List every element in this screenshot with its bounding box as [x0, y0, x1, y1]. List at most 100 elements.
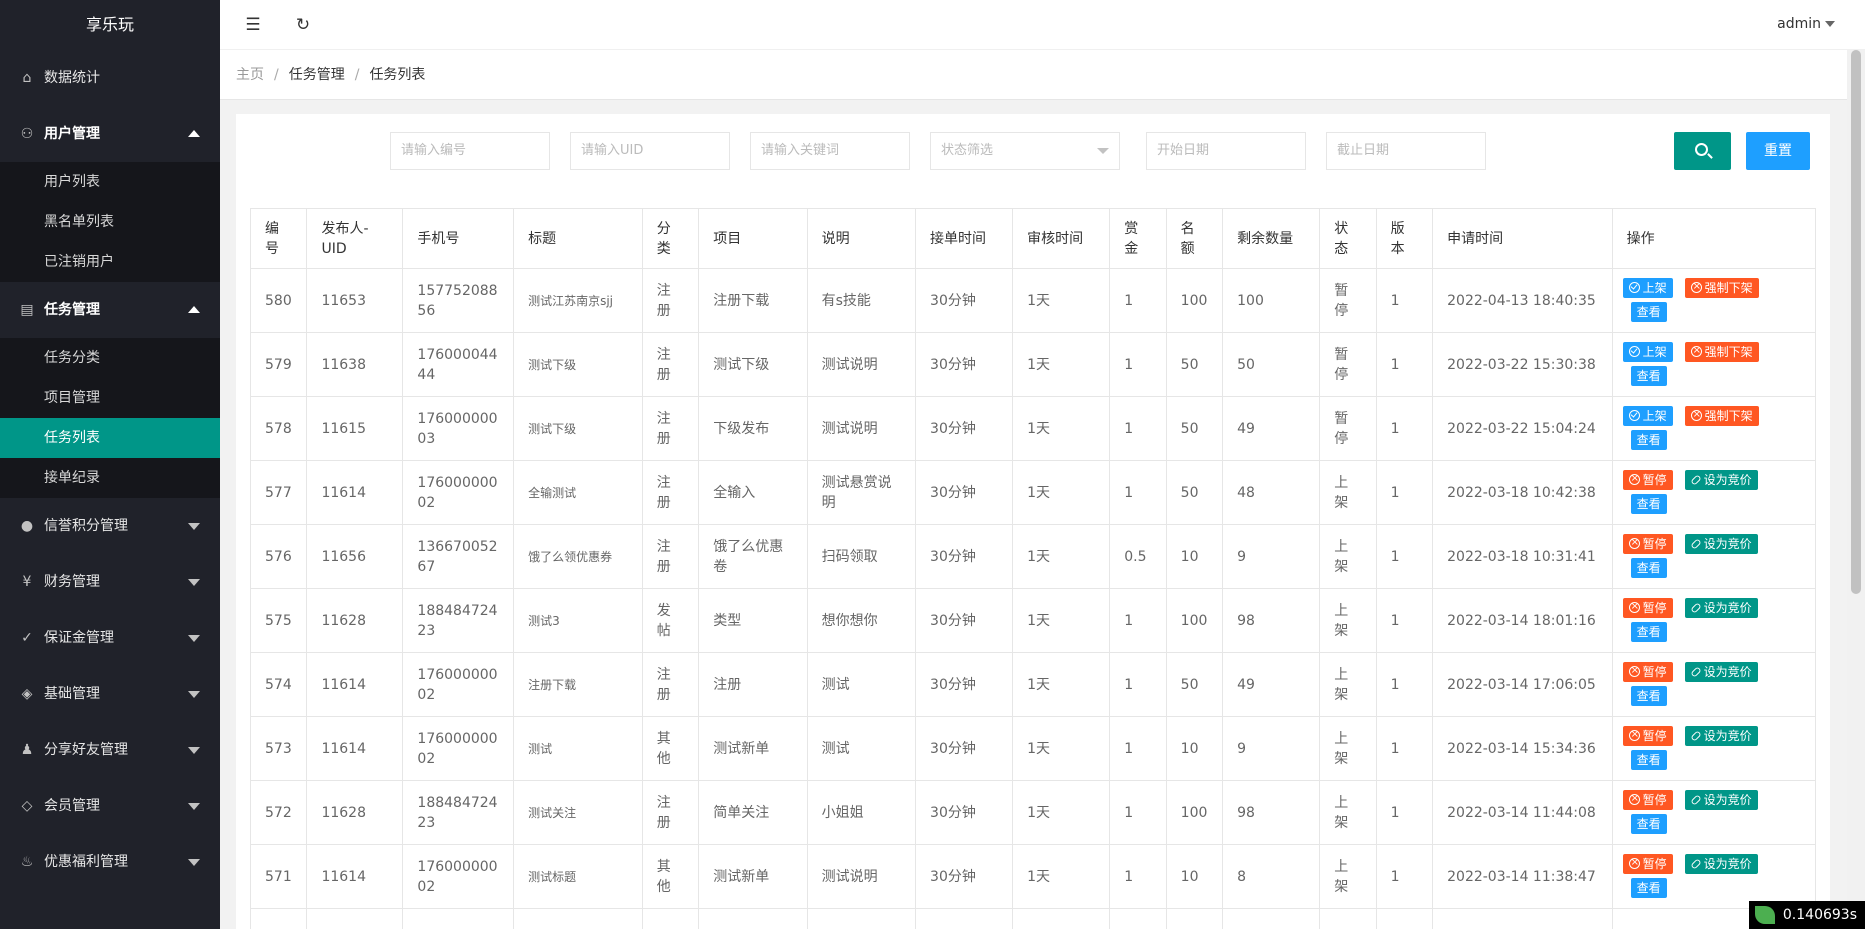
sidebar-subitem[interactable]: 项目管理: [0, 378, 220, 418]
pause-button[interactable]: 暂停: [1622, 725, 1673, 746]
set-bidding-button[interactable]: 设为竞价: [1684, 597, 1758, 618]
cell-project: [698, 908, 808, 929]
table-row: 579 11638 17600004444 测试下级 注册 测试下级 测试说明 30分钟 1天 1…: [249, 332, 1817, 397]
view-button[interactable]: 查看: [1630, 493, 1667, 514]
cell-cat: 注册: [641, 332, 700, 397]
cell-applied: 2022-03-14 17:06:05: [1432, 652, 1613, 717]
list-button[interactable]: 上架: [1622, 405, 1673, 426]
close-circle-icon: [1628, 534, 1640, 552]
reset-button[interactable]: 重置: [1746, 132, 1810, 170]
view-button[interactable]: 查看: [1630, 749, 1667, 770]
view-button[interactable]: 查看: [1630, 429, 1667, 450]
end-date-input[interactable]: 截止日期: [1326, 132, 1486, 170]
circle-icon: ●: [20, 518, 34, 534]
cell-cat: 发帖: [641, 588, 700, 653]
cell-phone: 18848472423: [402, 588, 515, 653]
set-bidding-button[interactable]: 设为竞价: [1684, 725, 1758, 746]
force-delist-button[interactable]: 强制下架: [1684, 405, 1759, 426]
user-menu[interactable]: admin: [1777, 16, 1835, 32]
cell-desc: 测试: [806, 716, 917, 781]
action-label: 强制下架: [1704, 408, 1753, 423]
cell-id: 578: [249, 396, 308, 461]
sidebar-item[interactable]: ◈ 基础管理: [0, 666, 220, 722]
set-bidding-button[interactable]: 设为竞价: [1684, 789, 1758, 810]
search-button[interactable]: [1674, 132, 1731, 170]
breadcrumb-separator: /: [354, 67, 360, 83]
column-header: 剩余数量: [1222, 208, 1321, 269]
start-date-input[interactable]: 开始日期: [1146, 132, 1306, 170]
cell-title: 测试关注: [513, 780, 643, 845]
cell-applied: 2022-03-14 11:44:08: [1432, 780, 1613, 845]
keyword-input[interactable]: 请输入关键词: [750, 132, 910, 170]
cell-applied: 2022-03-14: [1432, 908, 1613, 929]
sidebar-item[interactable]: ◇ 会员管理: [0, 778, 220, 834]
sidebar-subitem[interactable]: 已注销用户: [0, 242, 220, 282]
view-button[interactable]: 查看: [1630, 621, 1667, 642]
sidebar-subitem[interactable]: 任务分类: [0, 338, 220, 378]
view-button[interactable]: 查看: [1630, 557, 1667, 578]
check-circle-icon: [1628, 281, 1640, 293]
leaf-icon: [1754, 906, 1775, 924]
view-button[interactable]: 查看: [1630, 813, 1667, 834]
cell-title: [513, 908, 643, 929]
view-button[interactable]: 查看: [1630, 365, 1667, 386]
pause-button[interactable]: 暂停: [1622, 789, 1673, 810]
breadcrumb-item[interactable]: 任务管理: [289, 67, 345, 83]
caret-down-icon: [188, 691, 200, 698]
sidebar-item[interactable]: ▤ 任务管理: [0, 282, 220, 338]
pause-button[interactable]: 暂停: [1622, 597, 1673, 618]
scrollbar-thumb[interactable]: [1851, 50, 1861, 594]
status-select[interactable]: 状态筛选: [930, 132, 1120, 170]
sidebar-item[interactable]: ♨ 优惠福利管理: [0, 834, 220, 890]
set-bidding-button[interactable]: 设为竞价: [1684, 469, 1758, 490]
list-button[interactable]: 上架: [1622, 277, 1673, 298]
cell-version: 1: [1375, 460, 1434, 525]
sidebar-item[interactable]: ⌂ 数据统计: [0, 50, 220, 106]
cell-cat: 注册: [641, 460, 700, 525]
cell-status: 暂停: [1319, 332, 1377, 397]
cell-version: [1375, 908, 1434, 929]
action-line: 查看: [1623, 557, 1805, 580]
force-delist-button[interactable]: 强制下架: [1684, 277, 1759, 298]
sidebar-item[interactable]: ✓ 保证金管理: [0, 610, 220, 666]
cell-version: 1: [1375, 780, 1434, 845]
sidebar-subitem[interactable]: 黑名单列表: [0, 202, 220, 242]
caret-down-icon: [188, 635, 200, 642]
column-header: 分类: [641, 208, 700, 269]
cell-review-time: 1天: [1012, 396, 1111, 461]
uid-input[interactable]: 请输入UID: [570, 132, 730, 170]
sidebar-item[interactable]: ⚇ 用户管理: [0, 106, 220, 162]
home-icon: ⌂: [22, 70, 32, 86]
sidebar-subitem[interactable]: 接单纪录: [0, 458, 220, 498]
sidebar-item[interactable]: ¥ 财务管理: [0, 554, 220, 610]
list-button[interactable]: 上架: [1622, 341, 1673, 362]
table-row: 574 11614 17600000002 注册下载 注册 注册 测试 30分钟 1天 1 50 49…: [249, 652, 1817, 717]
view-button[interactable]: 查看: [1630, 877, 1667, 898]
close-circle-icon: [1628, 854, 1640, 872]
indent-icon[interactable]: ☰: [242, 14, 264, 36]
cell-applied: 2022-04-13 18:40:35: [1432, 268, 1613, 333]
breadcrumb-home[interactable]: 主页: [236, 67, 264, 83]
cell-review-time: 1天: [1012, 332, 1111, 397]
cell-reward: 1: [1109, 844, 1167, 909]
view-button[interactable]: 查看: [1630, 301, 1667, 322]
pause-button[interactable]: 暂停: [1622, 661, 1673, 682]
cell-applied: 2022-03-22 15:04:24: [1432, 396, 1613, 461]
set-bidding-button[interactable]: 设为竞价: [1684, 853, 1758, 874]
force-delist-button[interactable]: 强制下架: [1684, 341, 1759, 362]
pause-button[interactable]: 暂停: [1622, 533, 1673, 554]
close-circle-icon: [1628, 470, 1640, 488]
cell-desc: 测试悬赏说明: [806, 460, 917, 525]
page-scrollbar[interactable]: [1847, 50, 1865, 929]
pause-button[interactable]: 暂停: [1622, 469, 1673, 490]
sidebar-subitem[interactable]: 任务列表: [0, 418, 220, 458]
sidebar-item[interactable]: ♟ 分享好友管理: [0, 722, 220, 778]
set-bidding-button[interactable]: 设为竞价: [1684, 533, 1758, 554]
pause-button[interactable]: 暂停: [1622, 853, 1673, 874]
view-button[interactable]: 查看: [1630, 685, 1667, 706]
id-input[interactable]: 请输入编号: [390, 132, 550, 170]
refresh-icon[interactable]: ↻: [292, 14, 314, 36]
set-bidding-button[interactable]: 设为竞价: [1684, 661, 1758, 682]
sidebar-item[interactable]: ● 信誉积分管理: [0, 498, 220, 554]
sidebar-subitem[interactable]: 用户列表: [0, 162, 220, 202]
